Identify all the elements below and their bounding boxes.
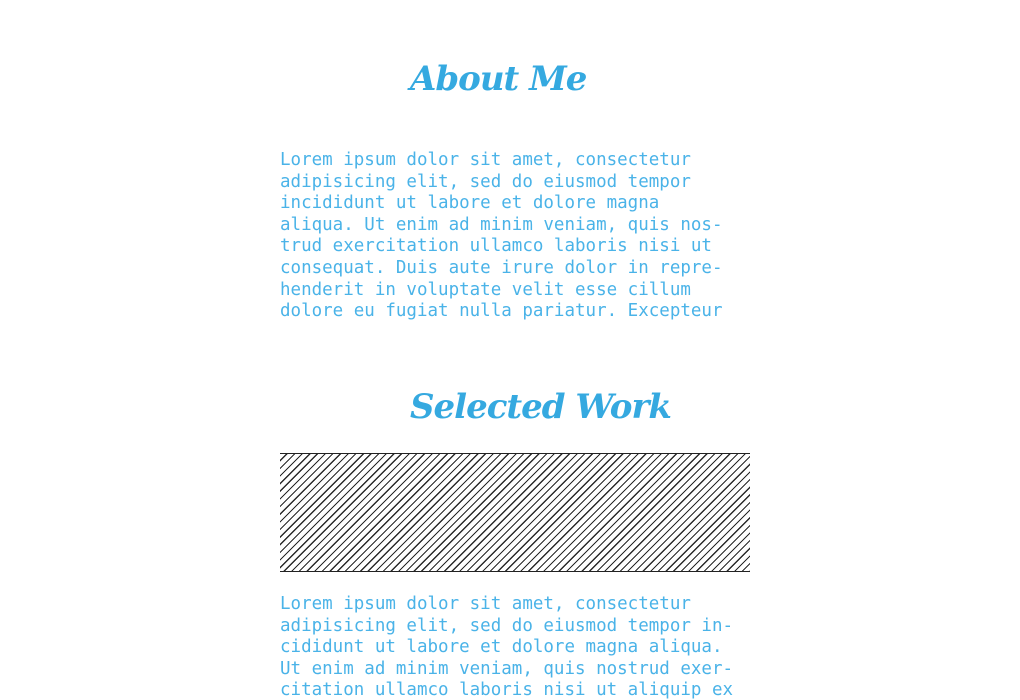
selected-work-heading: Selected Work bbox=[410, 387, 672, 427]
selected-work-text: Lorem ipsum dolor sit amet, consectetur … bbox=[280, 594, 734, 700]
work-image-placeholder[interactable] bbox=[280, 453, 750, 572]
about-me-heading: About Me bbox=[410, 59, 587, 99]
about-me-text: Lorem ipsum dolor sit amet, consectetur … bbox=[280, 150, 723, 322]
page: About Me Lorem ipsum dolor sit amet, con… bbox=[0, 0, 1020, 700]
